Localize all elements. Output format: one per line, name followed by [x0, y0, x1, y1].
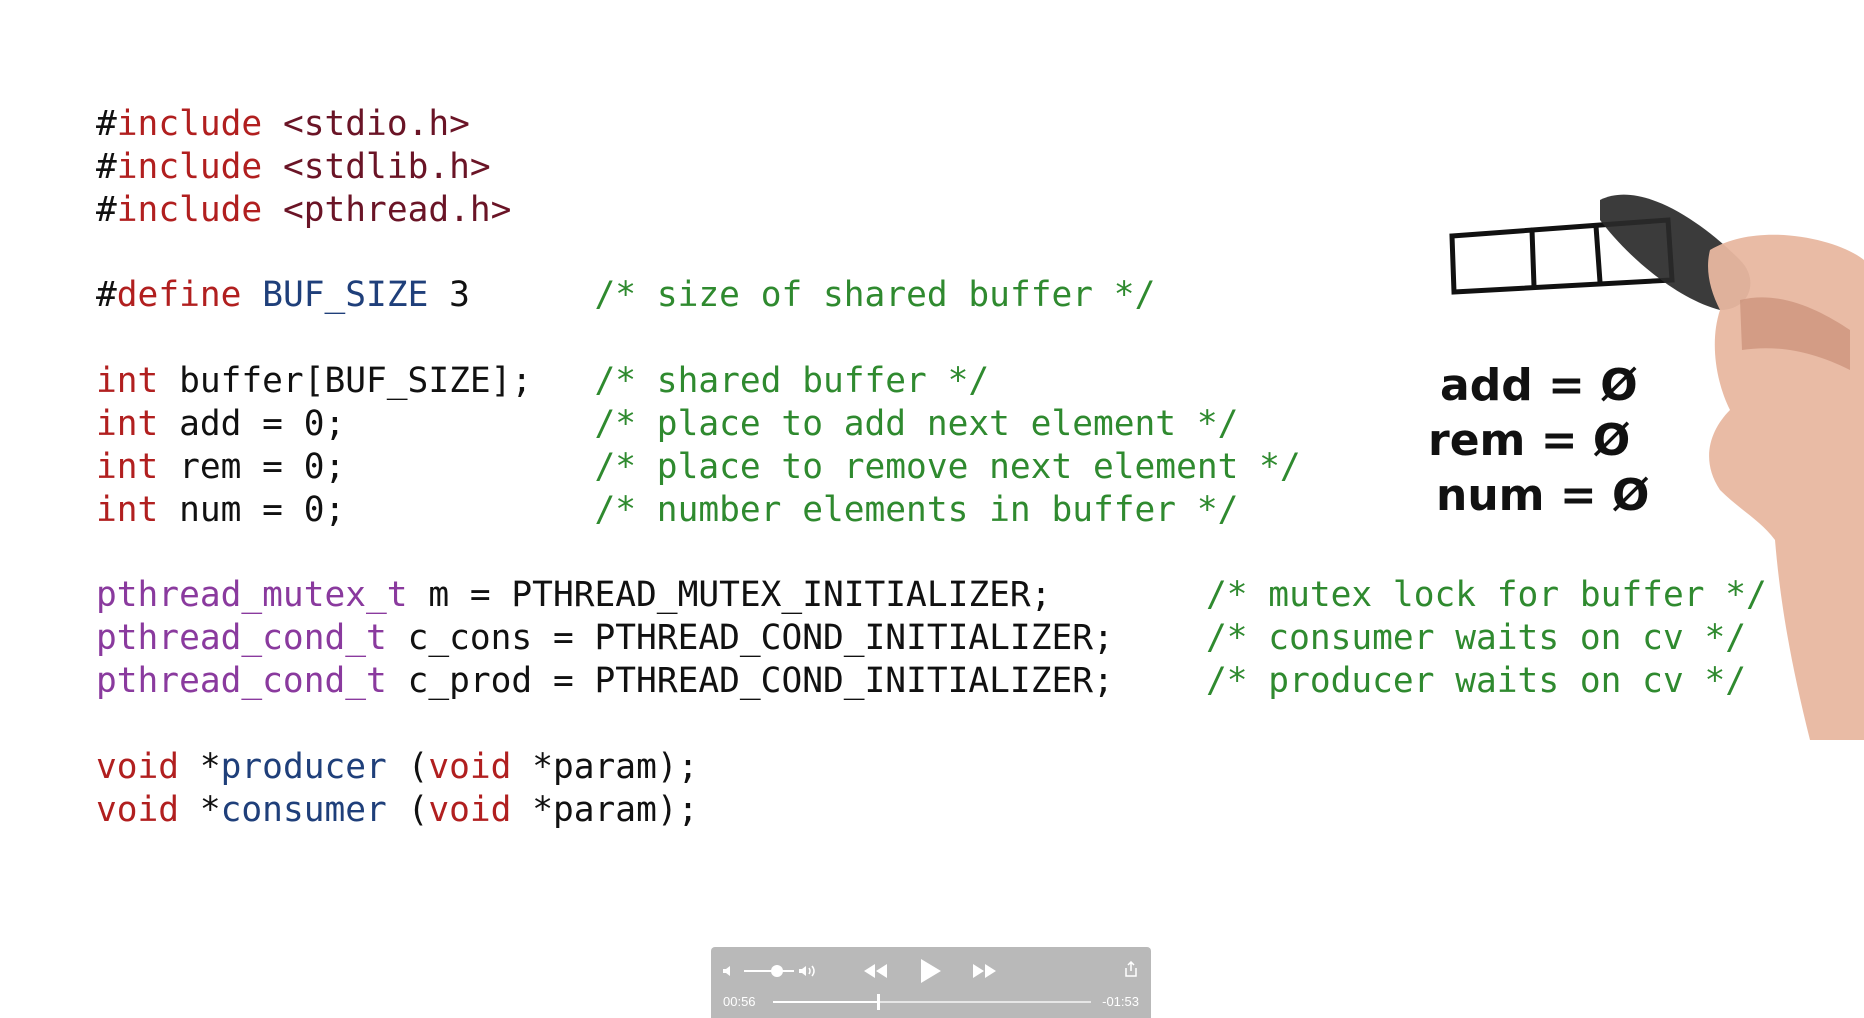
code-token: pthread_cond_t	[96, 661, 387, 702]
code-token: m = PTHREAD_MUTEX_INITIALIZER;	[407, 575, 1052, 616]
code-token: (	[386, 746, 429, 787]
code-token: *	[179, 789, 221, 830]
code-token: c_prod = PTHREAD_COND_INITIALIZER;	[386, 661, 1114, 702]
code-token: *param);	[511, 789, 699, 830]
code-token: 3	[428, 275, 595, 316]
video-frame: #include <stdio.h> #include <stdlib.h> #in…	[0, 0, 1864, 1018]
code-line: #include <stdio.h>	[96, 104, 470, 144]
code-line: #include <pthread.h>	[96, 190, 511, 230]
code-line: int num = 0; /* number elements in buffe…	[96, 490, 1238, 530]
code-token: #	[96, 189, 117, 230]
code-token: void	[96, 746, 180, 787]
code-token: (	[386, 789, 429, 830]
code-line: void *consumer (void *param);	[96, 790, 698, 830]
code-token: producer	[220, 746, 387, 787]
code-token: pthread_cond_t	[96, 618, 387, 659]
code-token: include	[116, 104, 263, 144]
volume-knob[interactable]	[770, 965, 783, 977]
add-label: add = Ø	[1440, 360, 1638, 411]
code-token: *	[179, 746, 221, 787]
code-token: #	[96, 275, 117, 316]
code-token: <stdlib.h>	[282, 146, 491, 187]
code-line: int rem = 0; /* place to remove next ele…	[96, 447, 1301, 487]
code-comment: /* shared buffer */	[594, 361, 990, 402]
code-token: define	[116, 275, 242, 316]
playback-progress	[773, 1001, 878, 1003]
code-line: int buffer[BUF_SIZE]; /* shared buffer *…	[96, 361, 989, 401]
code-token: int	[96, 403, 159, 444]
code-token: #	[96, 104, 117, 144]
code-line: int add = 0; /* place to add next elemen…	[96, 404, 1238, 444]
code-comment: /* place to remove next element */	[594, 446, 1301, 487]
elapsed-time: 00:56	[723, 994, 756, 1009]
rem-label: rem = Ø	[1428, 415, 1630, 466]
code-token: void	[96, 789, 180, 830]
code-token: int	[96, 361, 159, 402]
code-line: #include <stdlib.h>	[96, 147, 491, 187]
code-token: <stdio.h>	[282, 104, 470, 144]
fast-forward-icon[interactable]	[972, 962, 998, 980]
code-token: int	[96, 446, 159, 487]
code-line: pthread_cond_t c_prod = PTHREAD_COND_INI…	[96, 661, 1114, 701]
buffer-slot-divider	[1529, 227, 1537, 289]
whiteboard-drawing: add = Ø rem = Ø num = Ø	[1428, 194, 1864, 740]
code-token: pthread_mutex_t	[96, 575, 408, 616]
buffer-slot-divider	[1593, 223, 1603, 285]
volume-low-icon[interactable]	[721, 963, 737, 979]
code-token: *param);	[511, 746, 699, 787]
code-token: consumer	[220, 789, 387, 830]
code-token: <pthread.h>	[282, 189, 512, 230]
share-icon[interactable]	[1124, 961, 1138, 978]
code-token: buffer[BUF_SIZE];	[158, 361, 595, 402]
code-token: void	[428, 789, 512, 830]
code-token: num = 0;	[158, 489, 595, 530]
video-player-controls: 00:56 -01:53	[711, 947, 1151, 1018]
code-comment: /* place to add next element */	[594, 403, 1239, 444]
scrubber-handle[interactable]	[876, 994, 880, 1010]
code-line: void *producer (void *param);	[96, 747, 698, 787]
code-line: pthread_mutex_t m = PTHREAD_MUTEX_INITIA…	[96, 575, 1051, 615]
playback-scrubber[interactable]	[773, 994, 1091, 1010]
code-token: include	[116, 189, 263, 230]
play-icon[interactable]	[918, 958, 942, 984]
code-token: add = 0;	[158, 403, 595, 444]
code-token: BUF_SIZE	[262, 275, 429, 316]
volume-slider[interactable]	[744, 965, 794, 977]
code-token: rem = 0;	[158, 446, 595, 487]
hand-with-marker	[1600, 194, 1864, 740]
volume-high-icon[interactable]	[797, 963, 819, 979]
code-token: void	[428, 746, 512, 787]
code-line: pthread_cond_t c_cons = PTHREAD_COND_INI…	[96, 618, 1114, 658]
code-token: int	[96, 489, 159, 530]
rewind-icon[interactable]	[862, 962, 888, 980]
code-line: #define BUF_SIZE 3 /* size of shared buf…	[96, 275, 1155, 315]
num-label: num = Ø	[1436, 470, 1649, 521]
code-token: #	[96, 146, 117, 187]
remaining-time: -01:53	[1102, 994, 1139, 1009]
code-comment: /* number elements in buffer */	[594, 489, 1239, 530]
code-comment: /* size of shared buffer */	[594, 275, 1156, 316]
code-token: include	[116, 146, 263, 187]
code-token: c_cons = PTHREAD_COND_INITIALIZER;	[386, 618, 1114, 659]
